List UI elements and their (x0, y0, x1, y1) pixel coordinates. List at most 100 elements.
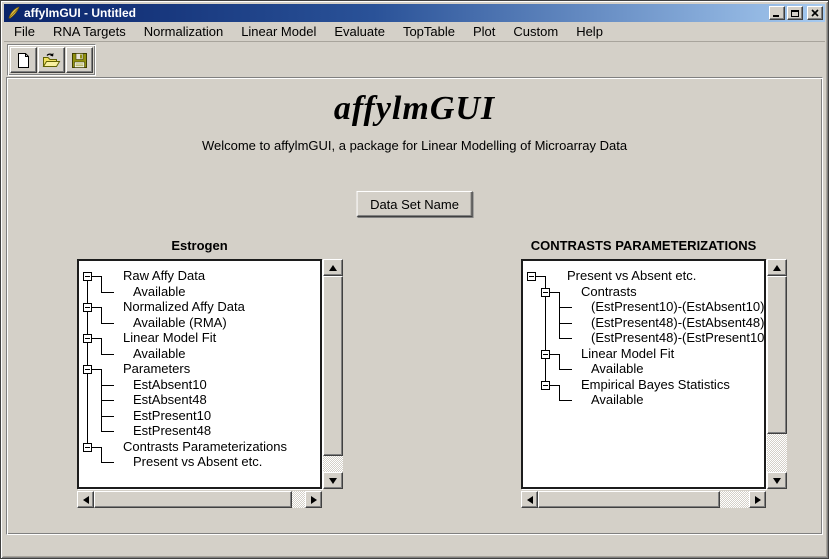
open-file-button[interactable] (38, 47, 65, 73)
scroll-track[interactable] (538, 491, 749, 508)
minus-icon (85, 369, 90, 370)
minimize-button[interactable] (769, 6, 785, 20)
left-arrow-icon (83, 496, 89, 504)
tree-expand-toggle[interactable] (527, 272, 536, 281)
tree-connector-line (559, 307, 572, 308)
tree-node-label[interactable]: Present vs Absent etc. (567, 268, 696, 283)
scroll-up-button[interactable] (323, 259, 343, 276)
estrogen-tree[interactable]: Raw Affy DataAvailableNormalized Affy Da… (77, 259, 322, 489)
tree-expand-toggle[interactable] (83, 334, 92, 343)
tree-expand-toggle[interactable] (541, 350, 550, 359)
tree-node-label[interactable]: Available (RMA) (133, 315, 227, 330)
scroll-track[interactable] (94, 491, 305, 508)
new-file-button[interactable] (10, 47, 37, 73)
app-title: affylmGUI (7, 90, 822, 128)
scroll-thumb[interactable] (94, 491, 292, 508)
tree-node-label[interactable]: Available (591, 361, 644, 376)
tree-node-label[interactable]: Contrasts (581, 284, 637, 299)
tree-connector-line (559, 323, 572, 324)
menu-item-toptable[interactable]: TopTable (394, 23, 464, 41)
close-button[interactable] (807, 6, 823, 20)
tree-connector-line (101, 323, 114, 324)
tree-node-label[interactable]: Normalized Affy Data (123, 299, 245, 314)
tree-connector-line (101, 416, 114, 417)
tree-node-label[interactable]: Available (133, 346, 186, 361)
up-arrow-icon (773, 265, 781, 271)
tree-node-label[interactable]: Empirical Bayes Statistics (581, 377, 730, 392)
tree-expand-toggle[interactable] (83, 365, 92, 374)
tree-node-label[interactable]: (EstPresent10)-(EstAbsent10) (591, 299, 764, 314)
menu-item-linear-model[interactable]: Linear Model (232, 23, 325, 41)
tree-node-label[interactable]: EstPresent10 (133, 408, 211, 423)
menu-item-plot[interactable]: Plot (464, 23, 504, 41)
tree-connector-line (101, 276, 102, 292)
scroll-down-button[interactable] (323, 472, 343, 489)
scroll-track[interactable] (323, 276, 343, 472)
menu-item-evaluate[interactable]: Evaluate (325, 23, 394, 41)
tree-connector-line (101, 307, 102, 323)
scroll-thumb[interactable] (767, 276, 787, 434)
scroll-thumb[interactable] (538, 491, 720, 508)
estrogen-panel: Estrogen Raw Affy DataAvailableNormalize… (77, 238, 343, 508)
up-arrow-icon (329, 265, 337, 271)
contrasts-horizontal-scrollbar[interactable] (521, 491, 766, 508)
minus-icon (85, 338, 90, 339)
tree-node-label[interactable]: Available (133, 284, 186, 299)
tree-node-label[interactable]: EstAbsent10 (133, 377, 207, 392)
scroll-thumb[interactable] (323, 276, 343, 456)
minus-icon (543, 354, 548, 355)
scroll-left-button[interactable] (77, 491, 94, 508)
welcome-text: Welcome to affylmGUI, a package for Line… (7, 138, 822, 153)
tree-node-label[interactable]: (EstPresent48)-(EstPresent10) (591, 330, 766, 345)
menu-item-help[interactable]: Help (567, 23, 612, 41)
estrogen-panel-title: Estrogen (77, 238, 322, 256)
contrasts-vertical-scrollbar[interactable] (767, 259, 787, 489)
maximize-icon (791, 10, 799, 17)
scroll-down-button[interactable] (767, 472, 787, 489)
new-file-icon (15, 52, 32, 69)
scroll-left-button[interactable] (521, 491, 538, 508)
tree-node-label[interactable]: Present vs Absent etc. (133, 454, 262, 469)
tree-node-label[interactable]: Available (591, 392, 644, 407)
contrasts-tree[interactable]: Present vs Absent etc.Contrasts(EstPrese… (521, 259, 766, 489)
menu-item-normalization[interactable]: Normalization (135, 23, 232, 41)
tree-expand-toggle[interactable] (541, 288, 550, 297)
minus-icon (85, 447, 90, 448)
close-icon (811, 9, 819, 17)
right-arrow-icon (755, 496, 761, 504)
tree-node-label[interactable]: EstPresent48 (133, 423, 211, 438)
tree-expand-toggle[interactable] (83, 443, 92, 452)
tree-connector-line (101, 431, 114, 432)
scroll-right-button[interactable] (305, 491, 322, 508)
tree-expand-toggle[interactable] (83, 272, 92, 281)
tree-node-label[interactable]: Raw Affy Data (123, 268, 205, 283)
tree-node-label[interactable]: (EstPresent48)-(EstAbsent48) (591, 315, 764, 330)
tree-expand-toggle[interactable] (541, 381, 550, 390)
estrogen-vertical-scrollbar[interactable] (323, 259, 343, 489)
tree-connector-line (559, 338, 572, 339)
scroll-right-button[interactable] (749, 491, 766, 508)
menu-item-custom[interactable]: Custom (504, 23, 567, 41)
maximize-button[interactable] (787, 6, 803, 20)
tree-node-label[interactable]: Parameters (123, 361, 190, 376)
title-bar[interactable]: affylmGUI - Untitled (4, 4, 825, 22)
tree-connector-line (87, 276, 88, 447)
scroll-up-button[interactable] (767, 259, 787, 276)
scroll-track[interactable] (767, 276, 787, 472)
minimize-icon (773, 15, 779, 17)
menu-item-rna-targets[interactable]: RNA Targets (44, 23, 135, 41)
tree-node-label[interactable]: Linear Model Fit (123, 330, 216, 345)
data-set-name-button[interactable]: Data Set Name (356, 191, 473, 217)
tree-expand-toggle[interactable] (83, 303, 92, 312)
tree-connector-line (559, 369, 572, 370)
tree-connector-line (101, 338, 102, 354)
menu-item-file[interactable]: File (5, 23, 44, 41)
tree-node-label[interactable]: EstAbsent48 (133, 392, 207, 407)
tree-node-label[interactable]: Contrasts Parameterizations (123, 439, 287, 454)
tree-connector-line (559, 292, 560, 339)
tree-node-label[interactable]: Linear Model Fit (581, 346, 674, 361)
app-window: affylmGUI - Untitled FileRNA TargetsNorm… (0, 0, 829, 559)
save-file-button[interactable] (66, 47, 93, 73)
toolbar (4, 42, 825, 77)
estrogen-horizontal-scrollbar[interactable] (77, 491, 322, 508)
